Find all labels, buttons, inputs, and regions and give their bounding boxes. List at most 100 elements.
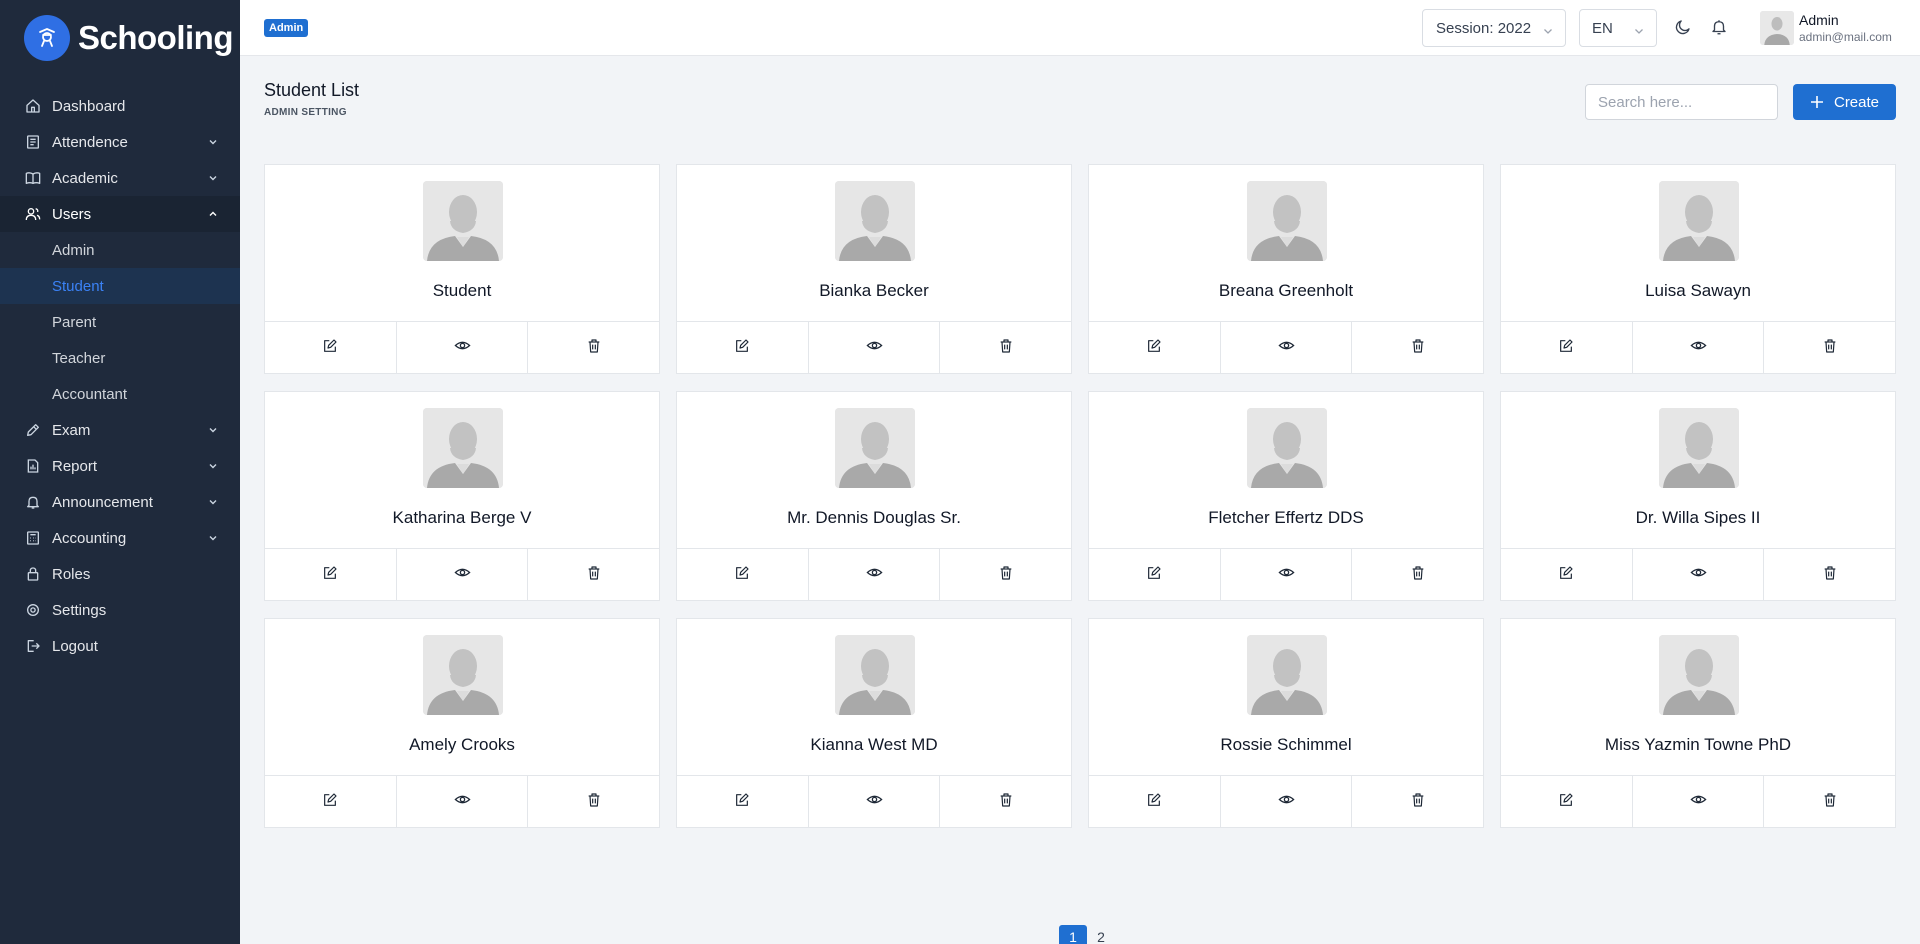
edit-button[interactable]: [677, 322, 809, 374]
sidebar-subitem-admin[interactable]: Admin: [0, 232, 240, 268]
view-button[interactable]: [397, 776, 529, 828]
sidebar-subitem-student[interactable]: Student: [0, 268, 240, 304]
student-card-actions: [677, 549, 1071, 601]
sidebar-item-logout[interactable]: Logout: [0, 628, 240, 664]
delete-button[interactable]: [1352, 322, 1483, 374]
delete-button[interactable]: [1764, 549, 1895, 601]
delete-button[interactable]: [940, 776, 1071, 828]
brand-name: Schooling: [78, 19, 234, 56]
student-avatar: [423, 408, 503, 488]
user-email: admin@mail.com: [1799, 30, 1892, 44]
session-select[interactable]: Session: 2022: [1422, 9, 1566, 47]
student-card: Luisa Sawayn: [1500, 164, 1896, 374]
student-card-header: Kianna West MD: [677, 619, 1071, 776]
edit-button[interactable]: [1501, 776, 1633, 828]
edit-button[interactable]: [265, 776, 397, 828]
student-card-header: Amely Crooks: [265, 619, 659, 776]
moon-icon[interactable]: [1674, 18, 1692, 41]
student-card: Dr. Willa Sipes II: [1500, 391, 1896, 601]
session-value: Session: 2022: [1436, 19, 1532, 37]
sidebar-item-users[interactable]: Users: [0, 196, 240, 232]
brand[interactable]: Schooling: [0, 0, 240, 76]
edit-button[interactable]: [265, 549, 397, 601]
delete-button[interactable]: [1764, 322, 1895, 374]
view-button[interactable]: [1221, 549, 1353, 601]
student-card-header: Student: [265, 165, 659, 322]
view-button[interactable]: [809, 549, 941, 601]
delete-button[interactable]: [1764, 776, 1895, 828]
delete-button[interactable]: [1352, 549, 1483, 601]
student-card-actions: [1501, 549, 1895, 601]
eye-icon: [865, 791, 883, 813]
page-button-2[interactable]: 2: [1087, 925, 1115, 944]
sidebar-item-accounting[interactable]: Accounting: [0, 520, 240, 556]
delete-button[interactable]: [1352, 776, 1483, 828]
sidebar-item-exam[interactable]: Exam: [0, 412, 240, 448]
student-name: Rossie Schimmel: [1220, 735, 1352, 754]
view-button[interactable]: [1633, 549, 1765, 601]
edit-icon: [322, 792, 338, 813]
sidebar-item-roles[interactable]: Roles: [0, 556, 240, 592]
language-value: EN: [1592, 19, 1613, 37]
sidebar-item-attendence[interactable]: Attendence: [0, 124, 240, 160]
edit-button[interactable]: [677, 549, 809, 601]
sidebar-subitem-accountant[interactable]: Accountant: [0, 376, 240, 412]
view-button[interactable]: [809, 776, 941, 828]
view-button[interactable]: [397, 322, 529, 374]
view-button[interactable]: [1633, 322, 1765, 374]
view-button[interactable]: [809, 322, 941, 374]
student-card-actions: [265, 549, 659, 601]
student-card: Breana Greenholt: [1088, 164, 1484, 374]
student-avatar: [423, 635, 503, 715]
calculator-icon: [24, 529, 42, 547]
student-card-header: Dr. Willa Sipes II: [1501, 392, 1895, 549]
logout-icon: [24, 637, 42, 655]
search-input[interactable]: [1585, 84, 1778, 120]
edit-button[interactable]: [1089, 776, 1221, 828]
clipboard-icon: [24, 133, 42, 151]
eye-icon: [453, 564, 471, 586]
student-avatar: [835, 181, 915, 261]
delete-button[interactable]: [528, 776, 659, 828]
view-button[interactable]: [397, 549, 529, 601]
language-select[interactable]: EN: [1579, 9, 1657, 47]
edit-icon: [734, 338, 750, 359]
trash-icon: [1410, 338, 1426, 359]
chevron-down-icon: [208, 425, 218, 435]
view-button[interactable]: [1221, 776, 1353, 828]
sidebar-item-settings[interactable]: Settings: [0, 592, 240, 628]
page-button-1[interactable]: 1: [1059, 925, 1087, 944]
create-button[interactable]: Create: [1793, 84, 1896, 120]
edit-button[interactable]: [677, 776, 809, 828]
sidebar-item-announcement[interactable]: Announcement: [0, 484, 240, 520]
edit-button[interactable]: [1501, 549, 1633, 601]
sidebar-item-label: Accounting: [52, 529, 127, 547]
edit-icon: [1146, 338, 1162, 359]
student-name: Student: [432, 281, 492, 300]
student-name: Miss Yazmin Towne PhD: [1604, 735, 1792, 754]
student-card: Amely Crooks: [264, 618, 660, 828]
delete-button[interactable]: [940, 549, 1071, 601]
view-button[interactable]: [1633, 776, 1765, 828]
edit-button[interactable]: [1089, 322, 1221, 374]
sidebar-item-label: Settings: [52, 601, 107, 619]
edit-button[interactable]: [265, 322, 397, 374]
trash-icon: [586, 565, 602, 586]
sidebar-subitem-parent[interactable]: Parent: [0, 304, 240, 340]
sidebar-item-report[interactable]: Report: [0, 448, 240, 484]
sidebar-item-dashboard[interactable]: Dashboard: [0, 88, 240, 124]
delete-button[interactable]: [528, 322, 659, 374]
notification-bell-icon[interactable]: [1710, 18, 1728, 41]
sidebar-item-academic[interactable]: Academic: [0, 160, 240, 196]
view-button[interactable]: [1221, 322, 1353, 374]
delete-button[interactable]: [528, 549, 659, 601]
edit-button[interactable]: [1089, 549, 1221, 601]
sidebar-subitem-teacher[interactable]: Teacher: [0, 340, 240, 376]
student-card-header: Katharina Berge V: [265, 392, 659, 549]
avatar[interactable]: [1760, 11, 1794, 45]
delete-button[interactable]: [940, 322, 1071, 374]
student-card-actions: [677, 776, 1071, 828]
student-card-header: Bianka Becker: [677, 165, 1071, 322]
edit-button[interactable]: [1501, 322, 1633, 374]
trash-icon: [586, 338, 602, 359]
